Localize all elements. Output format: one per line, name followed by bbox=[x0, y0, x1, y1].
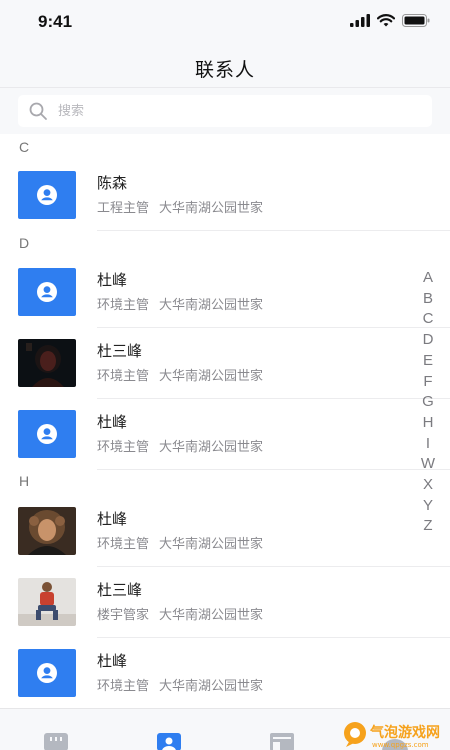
contact-meta: 工程主管 大华南湖公园世家 bbox=[97, 197, 263, 216]
avatar bbox=[18, 410, 76, 458]
index-letter-h[interactable]: H bbox=[423, 413, 434, 434]
svg-text:www.qpgzs.com: www.qpgzs.com bbox=[372, 741, 429, 749]
index-letter-z[interactable]: Z bbox=[423, 516, 432, 537]
search-area bbox=[0, 88, 450, 134]
contact-location: 大华南湖公园世家 bbox=[159, 537, 264, 552]
contact-name: 陈森 bbox=[97, 174, 128, 192]
search-input[interactable] bbox=[58, 95, 418, 127]
contact-name: 杜三峰 bbox=[97, 342, 143, 360]
default-person-icon bbox=[37, 663, 57, 683]
cellular-signal-icon bbox=[350, 14, 370, 27]
contact-meta: 环境主管 大华南湖公园世家 bbox=[97, 436, 263, 455]
default-person-icon bbox=[37, 424, 57, 444]
battery-icon bbox=[402, 14, 430, 27]
index-letter-a[interactable]: A bbox=[423, 268, 433, 289]
svg-text:气泡游戏网: 气泡游戏网 bbox=[369, 724, 440, 741]
navigation-bar: 联系人 bbox=[0, 44, 450, 88]
index-letter-e[interactable]: E bbox=[423, 351, 433, 372]
contact-name: 杜峰 bbox=[97, 413, 128, 431]
contact-location: 大华南湖公园世家 bbox=[159, 298, 264, 313]
contact-name: 杜三峰 bbox=[97, 581, 143, 599]
index-letter-y[interactable]: Y bbox=[423, 496, 433, 517]
contacts-icon bbox=[157, 733, 181, 750]
divider bbox=[97, 566, 450, 567]
index-letter-x[interactable]: X bbox=[423, 475, 433, 496]
search-box[interactable] bbox=[18, 95, 432, 127]
index-letter-f[interactable]: F bbox=[423, 372, 432, 393]
index-letter-b[interactable]: B bbox=[423, 289, 433, 310]
default-person-icon bbox=[37, 282, 57, 302]
contact-location: 大华南湖公园世家 bbox=[159, 608, 264, 623]
status-time: 9:41 bbox=[38, 12, 73, 31]
contact-role: 环境主管 bbox=[97, 369, 150, 384]
contact-name: 杜峰 bbox=[97, 652, 128, 670]
index-letter-w[interactable]: W bbox=[421, 454, 435, 475]
wifi-icon bbox=[377, 14, 395, 27]
contact-role: 环境主管 bbox=[97, 537, 150, 552]
contact-role: 楼宇管家 bbox=[97, 608, 150, 623]
contact-meta: 环境主管 大华南湖公园世家 bbox=[97, 294, 263, 313]
section-header-h: H bbox=[19, 473, 30, 489]
apps-icon bbox=[270, 733, 294, 750]
contact-meta: 环境主管 大华南湖公园世家 bbox=[97, 533, 263, 552]
divider bbox=[97, 398, 450, 399]
status-bar: 9:41 bbox=[0, 0, 450, 44]
section-header-c: C bbox=[19, 139, 30, 155]
divider bbox=[97, 469, 450, 470]
contact-role: 环境主管 bbox=[97, 440, 150, 455]
tab-messages[interactable] bbox=[44, 733, 68, 750]
avatar-photo bbox=[18, 578, 76, 626]
section-header-d: D bbox=[19, 235, 30, 251]
contact-location: 大华南湖公园世家 bbox=[159, 201, 264, 216]
status-icons bbox=[350, 14, 430, 27]
contact-name: 杜峰 bbox=[97, 510, 128, 528]
index-letter-g[interactable]: G bbox=[422, 392, 434, 413]
page-title: 联系人 bbox=[194, 59, 255, 81]
contact-location: 大华南湖公园世家 bbox=[159, 440, 264, 455]
contact-meta: 楼宇管家 大华南湖公园世家 bbox=[97, 604, 263, 623]
watermark-logo: 气泡游戏网 www.qpgzs.com bbox=[344, 722, 440, 749]
index-letter-i[interactable]: I bbox=[426, 434, 430, 455]
divider bbox=[97, 327, 450, 328]
avatar-photo bbox=[18, 507, 76, 555]
seated-person-photo bbox=[18, 578, 76, 626]
tab-contacts[interactable] bbox=[157, 733, 181, 750]
avatar-photo bbox=[18, 339, 76, 387]
curly-hair-portrait-photo bbox=[18, 507, 76, 555]
contact-role: 工程主管 bbox=[97, 201, 150, 216]
contact-location: 大华南湖公园世家 bbox=[159, 679, 264, 694]
contact-role: 环境主管 bbox=[97, 679, 150, 694]
contact-role: 环境主管 bbox=[97, 298, 150, 313]
contact-name: 杜峰 bbox=[97, 271, 128, 289]
messages-icon bbox=[44, 733, 68, 750]
index-letter-c[interactable]: C bbox=[423, 309, 434, 330]
contact-location: 大华南湖公园世家 bbox=[159, 369, 264, 384]
default-person-icon bbox=[37, 185, 57, 205]
avatar bbox=[18, 171, 76, 219]
avatar bbox=[18, 649, 76, 697]
search-icon bbox=[29, 102, 47, 120]
alphabet-index-bar[interactable]: A B C D E F G H I W X Y Z bbox=[416, 268, 440, 537]
dark-portrait-photo bbox=[18, 339, 76, 387]
divider bbox=[97, 230, 450, 231]
tab-apps[interactable] bbox=[270, 733, 294, 750]
avatar bbox=[18, 268, 76, 316]
index-letter-d[interactable]: D bbox=[423, 330, 434, 351]
contact-meta: 环境主管 大华南湖公园世家 bbox=[97, 675, 263, 694]
divider bbox=[97, 637, 450, 638]
contact-meta: 环境主管 大华南湖公园世家 bbox=[97, 365, 263, 384]
